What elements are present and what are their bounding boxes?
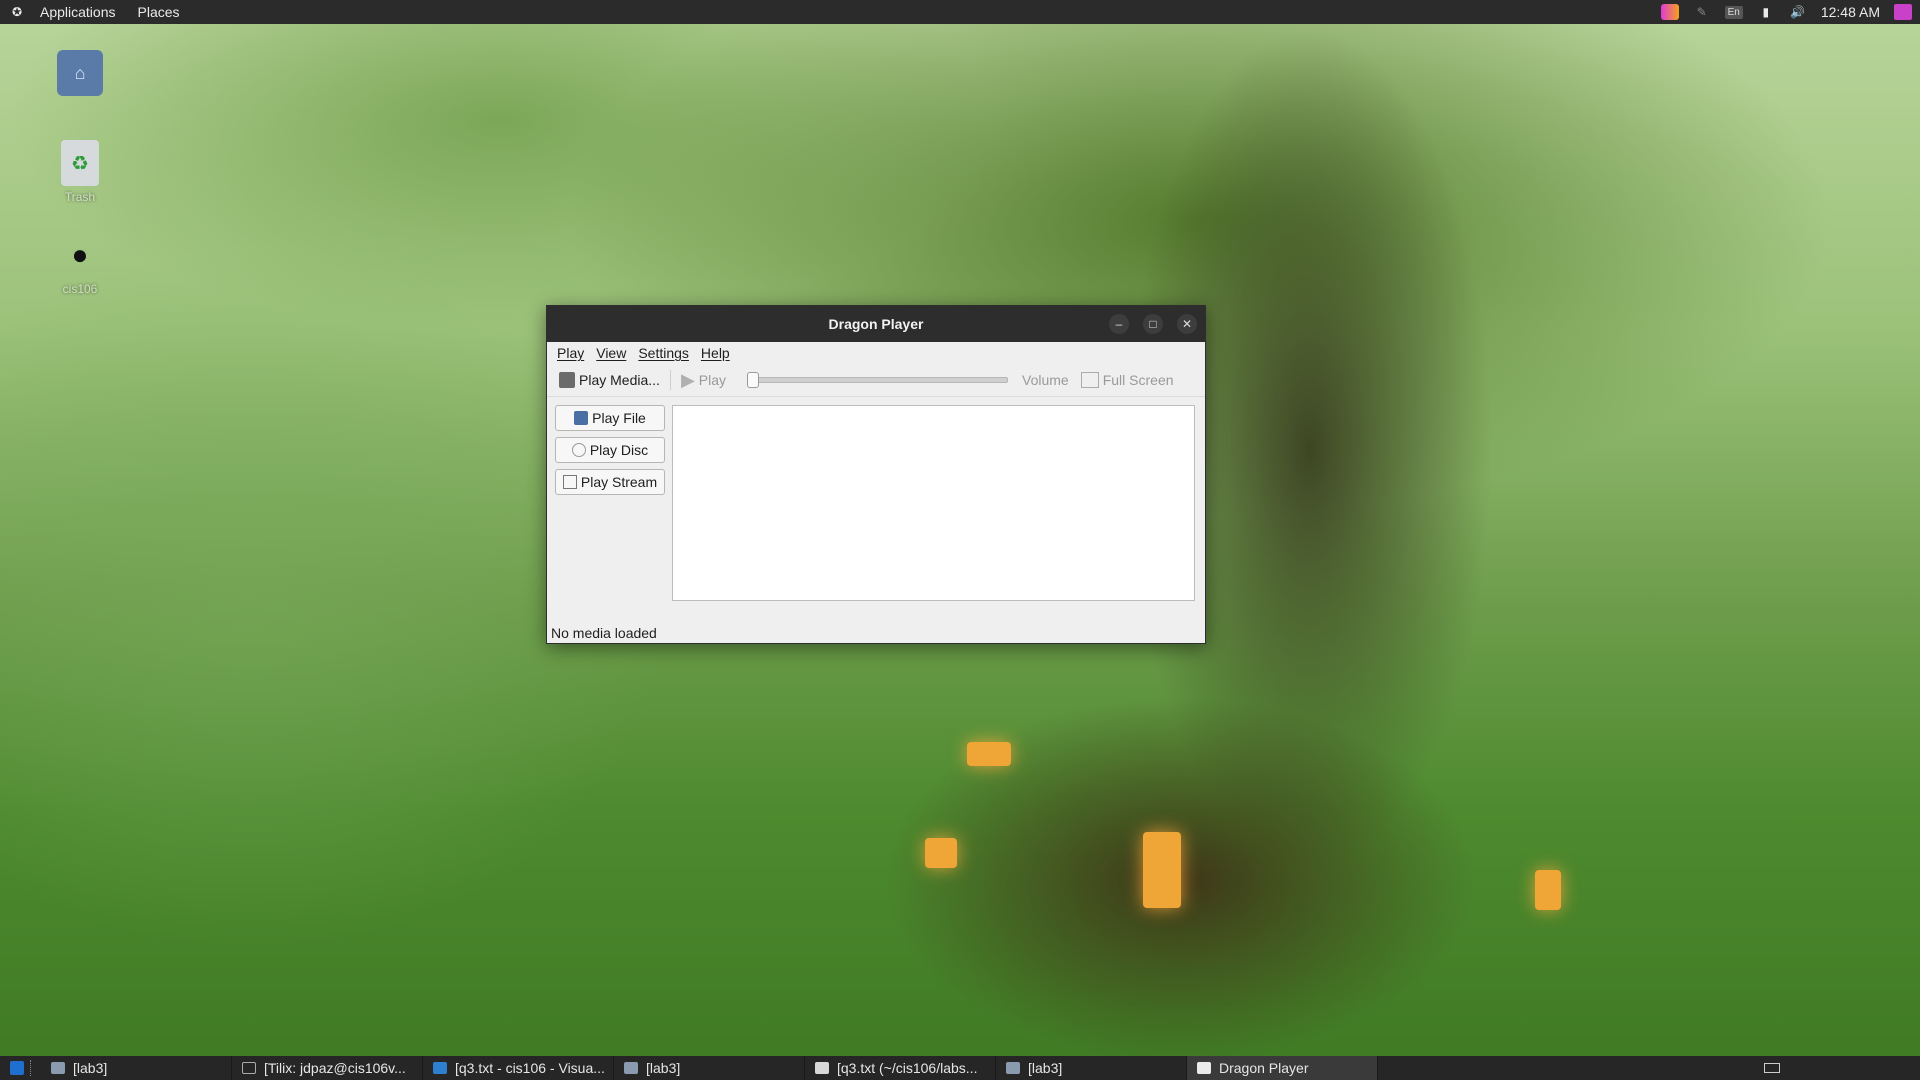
task-label: [q3.txt (~/cis106/labs... — [837, 1060, 978, 1076]
volume-icon[interactable]: 🔊 — [1789, 4, 1807, 20]
menubar: Play View Settings Help — [547, 342, 1205, 364]
workspace-switcher[interactable] — [1764, 1063, 1780, 1073]
house-window-light — [967, 742, 1011, 766]
task-lab3-3[interactable]: [lab3] — [996, 1056, 1187, 1080]
slider-handle[interactable] — [747, 372, 760, 388]
text-editor-icon — [815, 1062, 829, 1074]
task-tilix[interactable]: [Tilix: jdpaz@cis106v... — [232, 1056, 423, 1080]
play-stream-button[interactable]: Play Stream — [555, 469, 665, 495]
main-content: Play File Play Disc Play Stream — [547, 397, 1205, 607]
top-panel: ✪ Applications Places ✎ En ▮ 🔊 12:48 AM — [0, 0, 1920, 24]
folder-icon — [51, 1062, 65, 1074]
toolbar-separator — [669, 370, 671, 390]
volume-button[interactable]: Volume — [1016, 372, 1075, 388]
fullscreen-label: Full Screen — [1102, 372, 1174, 388]
play-file-label: Play File — [592, 410, 646, 426]
color-picker-icon[interactable] — [1660, 4, 1679, 20]
places-menu[interactable]: Places — [130, 0, 188, 24]
taskbar: [lab3] [Tilix: jdpaz@cis106v... [q3.txt … — [0, 1056, 1920, 1080]
penguin-icon: ● — [71, 239, 89, 270]
task-dragon-player[interactable]: Dragon Player — [1187, 1056, 1378, 1080]
close-button[interactable]: ✕ — [1177, 314, 1197, 334]
media-folder-icon — [559, 372, 575, 388]
cis106-desktop-icon[interactable]: ● cis106 — [40, 232, 120, 296]
stream-icon — [562, 475, 577, 489]
vscode-icon — [433, 1062, 447, 1074]
show-desktop-button[interactable] — [10, 1061, 24, 1075]
terminal-icon — [242, 1062, 256, 1074]
status-bar: No media loaded — [551, 625, 657, 641]
task-label: [q3.txt - cis106 - Visua... — [455, 1060, 605, 1076]
menu-help[interactable]: Help — [695, 345, 736, 361]
play-file-button[interactable]: Play File — [555, 405, 665, 431]
house-window-light — [925, 838, 957, 868]
home-folder-icon: ⌂ — [57, 50, 103, 96]
user-menu-icon[interactable] — [1894, 4, 1912, 20]
taskbar-handle[interactable] — [30, 1060, 35, 1076]
cis106-label: cis106 — [62, 282, 98, 296]
menu-play[interactable]: Play — [551, 345, 590, 361]
pin-icon[interactable]: ✎ — [1693, 4, 1711, 20]
task-lab3-1[interactable]: [lab3] — [41, 1056, 232, 1080]
play-disc-button[interactable]: Play Disc — [555, 437, 665, 463]
play-disc-label: Play Disc — [589, 442, 649, 458]
dragon-player-icon — [1197, 1062, 1211, 1074]
trash-desktop-icon[interactable]: ♻ Trash — [40, 140, 120, 204]
clipboard-icon[interactable]: ▮ — [1757, 4, 1775, 20]
play-stream-label: Play Stream — [580, 474, 658, 490]
play-label: Play — [698, 372, 727, 388]
disc-icon — [571, 443, 586, 457]
folder-icon — [1006, 1062, 1020, 1074]
play-media-label: Play Media... — [579, 372, 660, 388]
task-label: Dragon Player — [1219, 1060, 1309, 1076]
fullscreen-button[interactable]: Full Screen — [1075, 372, 1180, 388]
window-titlebar[interactable]: Dragon Player – □ ✕ — [547, 306, 1205, 342]
task-label: [Tilix: jdpaz@cis106v... — [264, 1060, 406, 1076]
fullscreen-icon — [1080, 372, 1099, 388]
house-window-light — [1143, 832, 1181, 908]
position-slider[interactable] — [747, 372, 1009, 388]
menu-settings[interactable]: Settings — [632, 345, 695, 361]
volume-label: Volume — [1022, 372, 1069, 388]
maximize-button[interactable]: □ — [1143, 314, 1163, 334]
applications-menu-icon[interactable]: ✪ — [8, 4, 26, 20]
task-lab3-2[interactable]: [lab3] — [614, 1056, 805, 1080]
task-label: [lab3] — [646, 1060, 681, 1076]
play-media-button[interactable]: Play Media... — [553, 372, 666, 388]
folder-icon — [624, 1062, 638, 1074]
window-title: Dragon Player — [828, 316, 924, 332]
toolbar: Play Media... ▶ Play Volume Full Screen — [547, 364, 1205, 397]
play-options: Play File Play Disc Play Stream — [555, 405, 665, 495]
home-folder-desktop-icon[interactable]: ⌂ — [40, 50, 120, 100]
task-label: [lab3] — [73, 1060, 108, 1076]
play-button[interactable]: ▶ Play — [675, 370, 732, 391]
video-display-area[interactable] — [672, 405, 1195, 601]
house-window-light — [1535, 870, 1561, 910]
dragon-player-window: Dragon Player – □ ✕ Play View Settings H… — [546, 305, 1206, 644]
trash-icon: ♻ — [61, 140, 99, 186]
play-icon: ▶ — [680, 369, 695, 390]
clock[interactable]: 12:48 AM — [1821, 4, 1880, 20]
keyboard-layout-indicator[interactable]: En — [1724, 5, 1743, 19]
task-text-editor[interactable]: [q3.txt (~/cis106/labs... — [805, 1056, 996, 1080]
applications-menu[interactable]: Applications — [32, 0, 124, 24]
menu-view[interactable]: View — [590, 345, 632, 361]
minimize-button[interactable]: – — [1109, 314, 1129, 334]
task-label: [lab3] — [1028, 1060, 1063, 1076]
trash-label: Trash — [64, 190, 96, 204]
folder-icon — [574, 411, 589, 425]
task-vscode[interactable]: [q3.txt - cis106 - Visua... — [423, 1056, 614, 1080]
